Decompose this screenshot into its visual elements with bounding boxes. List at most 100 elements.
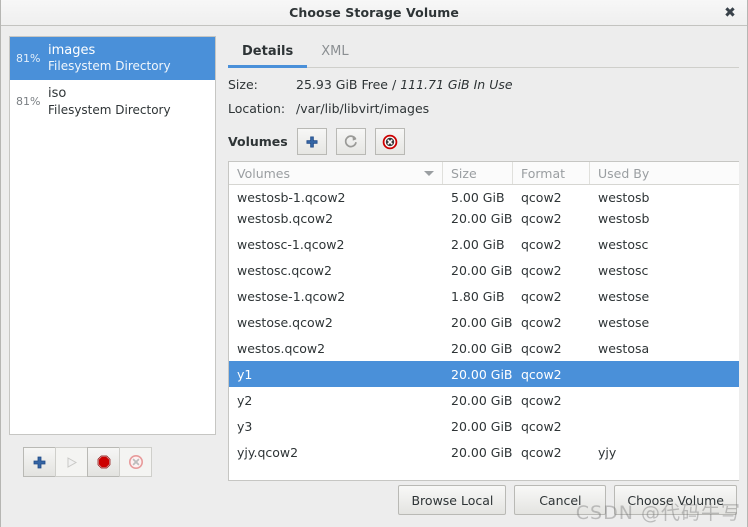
column-header-used-by[interactable]: Used By bbox=[590, 162, 739, 184]
dialog-footer: Browse Local Cancel Choose Volume bbox=[1, 481, 747, 527]
stop-icon bbox=[96, 455, 111, 469]
cell-used-by: westose bbox=[598, 314, 650, 330]
plus-icon bbox=[33, 456, 46, 468]
table-row[interactable]: westosb.qcow2 20.00 GiB qcow2 westosb bbox=[229, 205, 739, 231]
table-row[interactable]: westose.qcow2 20.00 GiB qcow2 westose bbox=[229, 309, 739, 335]
cell-format: qcow2 bbox=[521, 314, 562, 330]
add-volume-button[interactable] bbox=[296, 128, 327, 155]
pool-type: Filesystem Directory bbox=[48, 59, 171, 74]
size-separator: / bbox=[391, 77, 397, 92]
pool-toolbar bbox=[9, 435, 216, 481]
cell-format: qcow2 bbox=[521, 288, 562, 304]
cell-volume: westose-1.qcow2 bbox=[237, 288, 346, 304]
cell-size: 5.00 GiB bbox=[451, 190, 505, 205]
cell-used-by: westosc bbox=[598, 262, 649, 278]
cell-volume: y2 bbox=[237, 392, 253, 408]
details-tabbar: Details XML bbox=[228, 36, 739, 68]
pool-location-row: Location: /var/lib/libvirt/images bbox=[228, 101, 739, 116]
table-row[interactable]: westos.qcow2 20.00 GiB qcow2 westosa bbox=[229, 335, 739, 361]
location-value: /var/lib/libvirt/images bbox=[296, 101, 430, 116]
cell-size: 1.80 GiB bbox=[451, 288, 505, 304]
cell-used-by: yjy bbox=[598, 444, 617, 460]
cell-format: qcow2 bbox=[521, 418, 562, 434]
cell-format: qcow2 bbox=[521, 262, 562, 278]
cell-size: 20.00 GiB bbox=[451, 392, 513, 408]
choose-volume-button[interactable]: Choose Volume bbox=[614, 485, 737, 515]
browse-local-button[interactable]: Browse Local bbox=[398, 485, 507, 515]
sort-descending-icon bbox=[424, 170, 434, 176]
pool-size-row: Size: 25.93 GiB Free / 111.71 GiB In Use bbox=[228, 77, 739, 92]
cell-used-by: westose bbox=[598, 288, 650, 304]
cell-format: qcow2 bbox=[521, 366, 562, 382]
size-free: 25.93 GiB Free bbox=[296, 77, 388, 92]
cell-volume: y3 bbox=[237, 418, 253, 434]
volumes-table: Volumes Size Format Used By westosb-1.qc… bbox=[228, 161, 739, 481]
cell-size: 20.00 GiB bbox=[451, 366, 513, 382]
pool-name: images bbox=[48, 43, 96, 58]
size-label: Size: bbox=[228, 77, 258, 92]
table-row-selected[interactable]: y1 20.00 GiB qcow2 bbox=[229, 361, 739, 387]
pool-list-item[interactable]: 81% images Filesystem Directory bbox=[10, 37, 215, 81]
column-header-volumes-label: Volumes bbox=[237, 165, 291, 181]
cell-volume: yjy.qcow2 bbox=[237, 444, 299, 460]
add-pool-button[interactable] bbox=[23, 447, 56, 477]
volumes-table-body[interactable]: westosb-1.qcow2 5.00 GiB qcow2 westosb w… bbox=[229, 185, 739, 480]
delete-pool-button[interactable] bbox=[119, 447, 152, 477]
table-row[interactable]: westosc.qcow2 20.00 GiB qcow2 westosc bbox=[229, 257, 739, 283]
cell-volume: westosc-1.qcow2 bbox=[237, 236, 345, 252]
refresh-volumes-button[interactable] bbox=[335, 128, 366, 155]
choose-storage-volume-dialog: Choose Storage Volume ✖ 81% images Files… bbox=[0, 0, 748, 527]
table-row[interactable]: westosb-1.qcow2 5.00 GiB qcow2 westosb bbox=[229, 185, 739, 205]
stop-pool-button[interactable] bbox=[87, 447, 120, 477]
cell-volume: westosb-1.qcow2 bbox=[237, 190, 346, 205]
delete-icon bbox=[128, 455, 143, 469]
table-row[interactable]: westose-1.qcow2 1.80 GiB qcow2 westose bbox=[229, 283, 739, 309]
table-row[interactable]: westosc-1.qcow2 2.00 GiB qcow2 westosc bbox=[229, 231, 739, 257]
cell-size: 2.00 GiB bbox=[451, 236, 505, 252]
pool-name: iso bbox=[48, 86, 67, 102]
cancel-button[interactable]: Cancel bbox=[514, 485, 607, 515]
cell-volume: westosc.qcow2 bbox=[237, 262, 332, 278]
storage-pool-list[interactable]: 81% images Filesystem Directory 81% iso … bbox=[9, 36, 216, 435]
cell-size: 20.00 GiB bbox=[451, 262, 513, 278]
volume-details-pane: Details XML Size: 25.93 GiB Free / 111.7… bbox=[216, 36, 739, 481]
volumes-toolbar: Volumes bbox=[228, 128, 739, 155]
cell-used-by: westosc bbox=[598, 236, 649, 252]
size-value: 25.93 GiB Free / 111.71 GiB In Use bbox=[296, 77, 513, 92]
location-label: Location: bbox=[228, 101, 286, 116]
cell-size: 20.00 GiB bbox=[451, 340, 513, 356]
pool-usage-percent: 81% bbox=[16, 52, 41, 66]
cell-format: qcow2 bbox=[521, 392, 562, 408]
start-pool-button[interactable] bbox=[55, 447, 88, 477]
cell-used-by: westosb bbox=[598, 190, 650, 205]
window-titlebar: Choose Storage Volume ✖ bbox=[1, 0, 747, 26]
table-row[interactable]: y2 20.00 GiB qcow2 bbox=[229, 387, 739, 413]
cell-size: 20.00 GiB bbox=[451, 444, 513, 460]
volumes-label: Volumes bbox=[228, 134, 288, 149]
delete-circle-icon bbox=[382, 134, 398, 149]
storage-pool-pane: 81% images Filesystem Directory 81% iso … bbox=[9, 36, 216, 481]
column-header-volumes[interactable]: Volumes bbox=[229, 162, 443, 184]
table-row[interactable]: yjy.qcow2 20.00 GiB qcow2 yjy bbox=[229, 439, 739, 465]
tab-details[interactable]: Details bbox=[228, 37, 308, 68]
cell-format: qcow2 bbox=[521, 190, 562, 205]
volumes-table-header: Volumes Size Format Used By bbox=[229, 162, 739, 185]
pool-usage-percent: 81% bbox=[16, 95, 41, 109]
play-icon bbox=[67, 456, 78, 468]
cell-volume: westose.qcow2 bbox=[237, 314, 333, 330]
cell-volume: y1 bbox=[237, 366, 253, 382]
cell-used-by: westosa bbox=[598, 340, 650, 356]
column-header-size[interactable]: Size bbox=[443, 162, 513, 184]
cell-format: qcow2 bbox=[521, 444, 562, 460]
cell-volume: westos.qcow2 bbox=[237, 340, 326, 356]
tab-xml[interactable]: XML bbox=[307, 37, 362, 68]
cell-size: 20.00 GiB bbox=[451, 210, 513, 226]
cell-size: 20.00 GiB bbox=[451, 418, 513, 434]
table-row[interactable]: y3 20.00 GiB qcow2 bbox=[229, 413, 739, 439]
column-header-format[interactable]: Format bbox=[513, 162, 590, 184]
delete-volume-button[interactable] bbox=[374, 128, 405, 155]
cell-format: qcow2 bbox=[521, 340, 562, 356]
pool-list-item[interactable]: 81% iso Filesystem Directory bbox=[10, 80, 215, 123]
close-icon[interactable]: ✖ bbox=[721, 4, 739, 22]
plus-icon bbox=[306, 135, 318, 148]
